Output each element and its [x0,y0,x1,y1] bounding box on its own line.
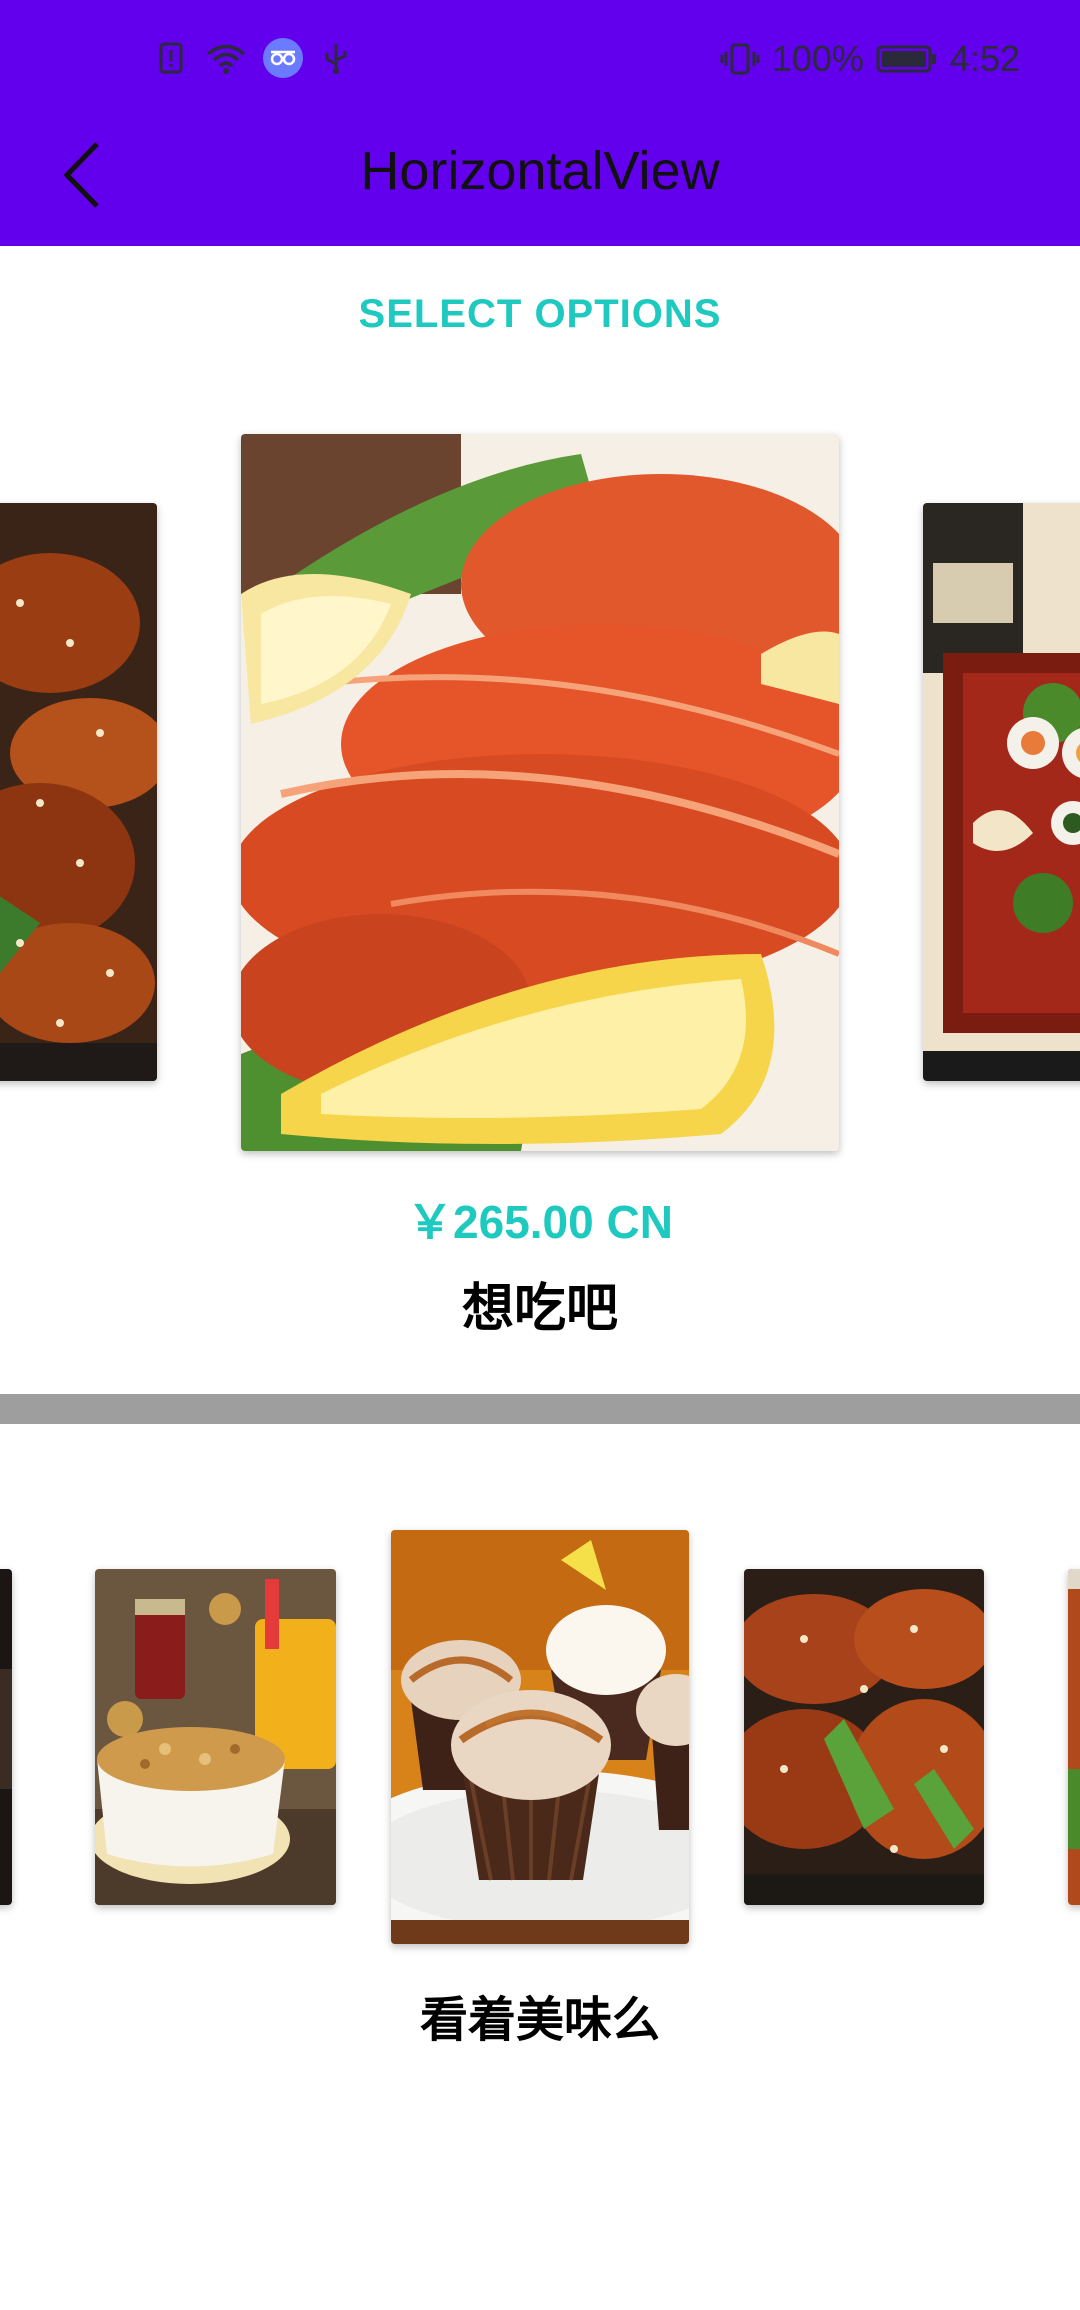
cereal-image [95,1569,336,1905]
carousel-top-item-right[interactable] [923,503,1080,1081]
status-bar: 100% 4:52 [0,30,1080,94]
app-bar: 100% 4:52 HorizontalView [0,0,1080,246]
prawns-image [241,434,839,1151]
status-icons-left [155,38,353,78]
cupcakes-image [391,1530,689,1944]
wifi-icon [206,44,246,74]
dark-food-image [0,1569,12,1905]
food-image-partial [1068,1569,1080,1905]
selected-dish-name: 想吃吧 [461,1279,618,1339]
chicken-wings-image-2 [744,1569,984,1905]
bottom-selected-caption: 看着美味么 [419,1992,660,2048]
carousel-bottom-item-right[interactable] [744,1569,984,1905]
carousel-bottom-item-left[interactable] [95,1569,336,1905]
vibrate-icon [720,43,760,75]
chicken-wings-image [0,503,157,1081]
carousel-top-item-left[interactable] [0,503,157,1081]
usb-icon [325,44,347,74]
carousel-top-item-selected[interactable] [241,434,839,1151]
carousel-bottom-item-far-right[interactable] [1068,1569,1080,1905]
status-time: 4:52 [949,38,1020,79]
select-options-label: SELECT OPTIONS [358,292,722,336]
assistant-icon [263,38,303,78]
selected-price: ￥265.00 CN [407,1196,673,1248]
status-icons-right: 100% 4:52 [720,38,1020,80]
page-title: HorizontalView [360,141,720,201]
carousel-bottom-item-selected[interactable] [391,1530,689,1944]
section-divider [0,1394,1080,1424]
carousel-bottom-item-far-left[interactable] [0,1569,12,1905]
battery-icon [876,45,936,73]
sushi-image [923,503,1080,1081]
battery-percent: 100% [771,38,864,79]
alert-icon [159,42,183,74]
